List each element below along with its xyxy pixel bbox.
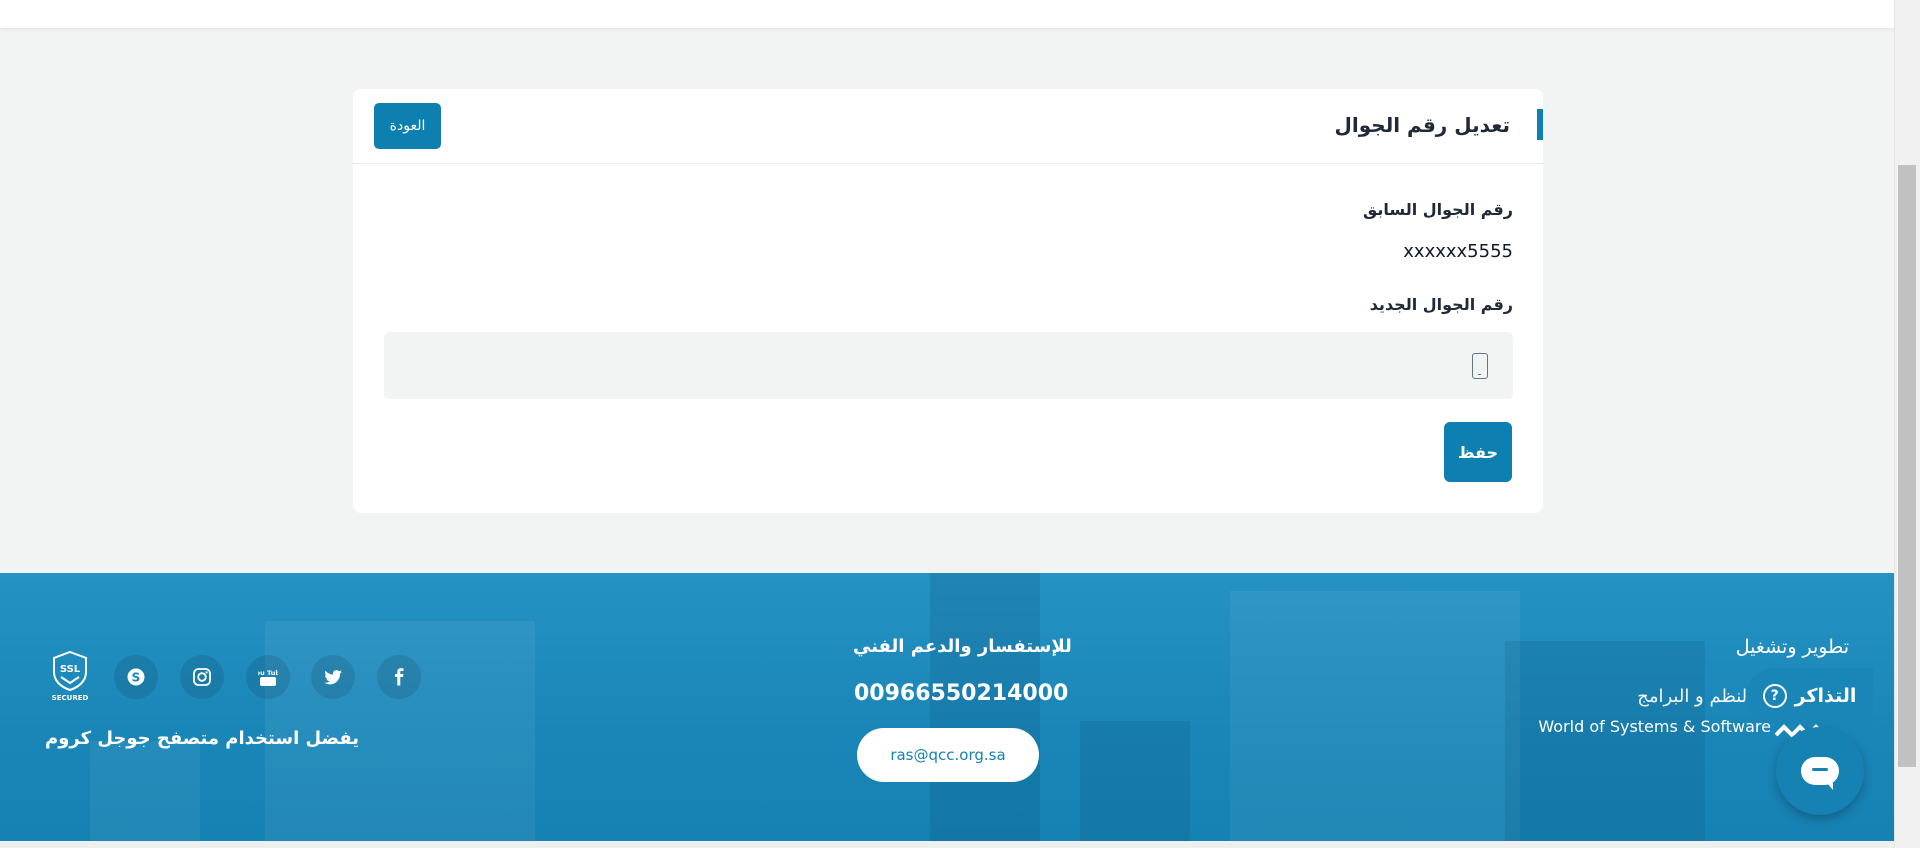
facebook-link[interactable] <box>377 655 421 699</box>
page-title: تعديل رقم الجوال <box>1334 113 1510 137</box>
facebook-icon <box>395 668 404 686</box>
twitter-link[interactable] <box>311 655 355 699</box>
secured-label: SECURED <box>52 694 89 702</box>
background-building <box>90 741 200 841</box>
card-header: تعديل رقم الجوال العودة <box>353 89 1543 164</box>
contact-title: للإستفسار والدعم الفني <box>853 636 1072 657</box>
help-question-icon: ? <box>1762 684 1787 708</box>
new-phone-label: رقم الجوال الجديد <box>1369 295 1513 314</box>
tickets-button[interactable]: التذاكر ? <box>1746 668 1873 724</box>
background-building <box>1230 591 1520 841</box>
youtube-icon-text: You Tube <box>258 669 278 677</box>
scrollbar-thumb[interactable] <box>1898 165 1916 767</box>
contact-email-button[interactable]: ras@qcc.org.sa <box>857 728 1039 782</box>
site-footer: تطوير وتشغيل م النظم و البرامج World of … <box>0 573 1894 841</box>
youtube-link[interactable]: You Tube <box>246 655 290 699</box>
contact-phone[interactable]: 00966550214000 <box>854 681 1068 706</box>
old-phone-value: xxxxxx5555 <box>1403 241 1513 262</box>
ssl-secured-badge-icon: SSL SECURED <box>52 650 89 702</box>
top-header-bar <box>0 0 1894 28</box>
youtube-icon: You Tube <box>258 669 278 686</box>
page-bottom-strip <box>0 841 1894 848</box>
background-building <box>1505 641 1705 841</box>
old-phone-label: رقم الجوال السابق <box>1362 200 1513 219</box>
ssl-label: SSL <box>60 664 81 675</box>
skype-icon: S <box>127 668 145 686</box>
chat-launcher-button[interactable] <box>1776 727 1864 815</box>
title-accent-bar <box>1537 109 1543 140</box>
back-button[interactable]: العودة <box>374 103 441 149</box>
browser-recommendation: يفضل استخدام متصفح جوجل كروم <box>45 728 360 749</box>
chat-bubble-icon <box>1801 757 1839 790</box>
vertical-scrollbar[interactable] <box>1894 0 1920 848</box>
tickets-label: التذاكر <box>1794 685 1857 707</box>
background-building <box>1080 721 1190 841</box>
instagram-icon <box>193 668 211 686</box>
background-building <box>930 573 1040 841</box>
new-phone-input[interactable] <box>384 332 1513 399</box>
instagram-link[interactable] <box>180 655 224 699</box>
save-button[interactable]: حفظ <box>1444 422 1512 482</box>
svg-text:S: S <box>132 671 141 685</box>
skype-link[interactable]: S <box>114 655 158 699</box>
developer-title: تطوير وتشغيل <box>1735 636 1849 658</box>
company-name-english: World of Systems & Software <box>1538 717 1771 736</box>
mobile-phone-icon <box>1472 353 1488 379</box>
edit-phone-card: تعديل رقم الجوال العودة رقم الجوال الساب… <box>353 89 1543 513</box>
new-phone-field[interactable] <box>384 332 1513 399</box>
twitter-icon <box>324 669 342 684</box>
